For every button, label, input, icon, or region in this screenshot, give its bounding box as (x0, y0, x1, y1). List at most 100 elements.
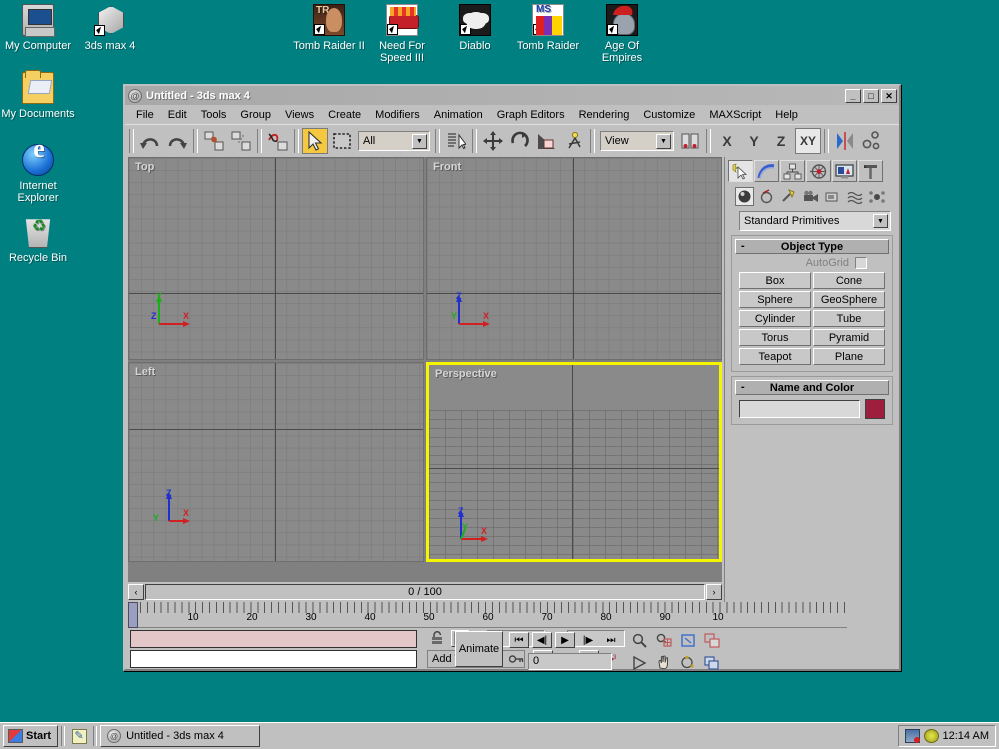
chevron-down-icon[interactable]: ▼ (656, 133, 671, 149)
menu-item-graph-editors[interactable]: Graph Editors (490, 107, 572, 123)
desktop-icon-age-of-empires[interactable]: Age Of Empires (584, 4, 660, 64)
desktop-icon-need-for-speed-iii[interactable]: Need For Speed III (364, 4, 440, 64)
track-bar[interactable] (130, 630, 417, 648)
perspective-viewport[interactable]: Perspective Z X Y (426, 362, 722, 562)
desktop-icon-3ds-max-4[interactable]: 3ds max 4 (72, 4, 148, 52)
autogrid-checkbox[interactable] (855, 257, 867, 269)
menu-item-create[interactable]: Create (321, 107, 368, 123)
object-color-swatch[interactable] (865, 399, 885, 419)
front-viewport[interactable]: Front Z X Y (426, 157, 722, 360)
unlink-selection-button[interactable] (228, 128, 254, 154)
next-frame-arrow[interactable]: › (706, 584, 722, 600)
helpers-category[interactable] (823, 187, 842, 206)
subcategory-combo[interactable]: Standard Primitives ▼ (739, 211, 891, 231)
desktop-icon-recycle-bin[interactable]: Recycle Bin (0, 216, 76, 264)
arc-rotate-icon[interactable] (677, 653, 698, 672)
menu-item-modifiers[interactable]: Modifiers (368, 107, 427, 123)
name-and-color-row[interactable] (735, 395, 889, 421)
create-pyramid-button[interactable]: Pyramid (813, 329, 885, 346)
menu-item-animation[interactable]: Animation (427, 107, 490, 123)
viewport-area[interactable]: Top Y X Z Front Z X Y Left Z X Y Perspec… (128, 157, 722, 582)
systems-category[interactable] (867, 187, 886, 206)
chevron-down-icon[interactable]: ▼ (412, 133, 427, 149)
desktop-icon-internet-explorer[interactable]: Internet Explorer (0, 143, 76, 204)
current-frame-input[interactable]: 0 (528, 652, 612, 670)
select-and-manipulate-button[interactable] (561, 128, 587, 154)
minimize-button[interactable]: _ (845, 88, 861, 103)
shapes-category[interactable] (757, 187, 776, 206)
select-and-rotate-button[interactable] (507, 128, 533, 154)
align-button[interactable] (859, 128, 885, 154)
zoom-extents-icon[interactable] (677, 631, 698, 650)
create-sphere-button[interactable]: Sphere (739, 291, 811, 308)
menu-item-help[interactable]: Help (768, 107, 805, 123)
chevron-down-icon[interactable]: ▼ (873, 214, 888, 228)
window-title-bar[interactable]: Untitled - 3ds max 4 _ □ ✕ (125, 86, 899, 105)
window-controls[interactable]: _ □ ✕ (845, 88, 897, 103)
set-key-mode-icon[interactable] (508, 652, 524, 670)
key-mode-row[interactable]: 0 (508, 652, 612, 670)
desktop-icon-diablo[interactable]: Diablo (437, 4, 513, 52)
mirror-button[interactable] (832, 128, 858, 154)
animate-button[interactable]: Animate (455, 631, 503, 667)
create-teapot-button[interactable]: Teapot (739, 348, 811, 365)
time-slider-handle[interactable] (128, 602, 138, 628)
rollout-collapse-icon[interactable]: - (741, 240, 745, 252)
lock-selection-icon[interactable] (429, 630, 445, 647)
cameras-category[interactable] (801, 187, 820, 206)
prompt-line[interactable] (130, 650, 417, 668)
display-tab[interactable] (832, 160, 857, 182)
lights-category[interactable] (779, 187, 798, 206)
zoom-icon[interactable] (629, 631, 650, 650)
quick-launch-show-desktop[interactable] (68, 726, 90, 747)
previous-frame-button[interactable]: ◀| (532, 632, 552, 648)
object-type-rollout-header[interactable]: - Object Type (735, 239, 889, 254)
main-toolbar[interactable]: All ▼ View ▼ X Y Z XY (125, 124, 899, 156)
name-and-color-rollout[interactable]: - Name and Color (731, 376, 893, 425)
space-warps-category[interactable] (845, 187, 864, 206)
menu-bar[interactable]: File Edit Tools Group Views Create Modif… (125, 105, 899, 124)
rollout-collapse-icon[interactable]: - (741, 381, 745, 393)
create-torus-button[interactable]: Torus (739, 329, 811, 346)
hierarchy-tab[interactable] (780, 160, 805, 182)
menu-item-maxscript[interactable]: MAXScript (702, 107, 768, 123)
maximize-viewport-toggle-icon[interactable] (701, 653, 722, 672)
select-and-scale-button[interactable] (534, 128, 560, 154)
maximize-button[interactable]: □ (863, 88, 879, 103)
go-to-end-button[interactable]: ⏭ (601, 632, 621, 648)
modify-tab[interactable] (754, 160, 779, 182)
create-tab[interactable] (728, 160, 753, 182)
create-box-button[interactable]: Box (739, 272, 811, 289)
redo-button[interactable] (164, 128, 190, 154)
network-icon[interactable] (904, 729, 920, 743)
pan-hand-icon[interactable] (653, 653, 674, 672)
autogrid-row[interactable]: AutoGrid (735, 254, 889, 272)
object-name-input[interactable] (739, 400, 860, 418)
name-and-color-rollout-header[interactable]: - Name and Color (735, 380, 889, 395)
playback-controls[interactable]: ⏮ ◀| ▶ |▶ ⏭ (509, 632, 627, 648)
close-button[interactable]: ✕ (881, 88, 897, 103)
zoom-all-icon[interactable] (653, 631, 674, 650)
restrict-to-plane-button[interactable]: XY (795, 127, 821, 154)
left-viewport[interactable]: Left Z X Y (128, 362, 424, 562)
create-cone-button[interactable]: Cone (813, 272, 885, 289)
taskbar[interactable]: Start @ Untitled - 3ds max 4 12:14 AM (0, 722, 999, 749)
desktop-icon-tomb-raider-ii[interactable]: Tomb Raider II (291, 4, 367, 52)
undo-button[interactable] (137, 128, 163, 154)
create-cylinder-button[interactable]: Cylinder (739, 310, 811, 327)
start-button[interactable]: Start (3, 725, 59, 747)
create-plane-button[interactable]: Plane (813, 348, 885, 365)
select-object-button[interactable] (302, 127, 328, 154)
track-bar-ruler[interactable]: 10 20 30 40 50 60 70 80 90 10 (128, 602, 847, 628)
command-panel[interactable]: Standard Primitives ▼ - Object Type Auto… (724, 157, 899, 602)
desktop-icon-my-documents[interactable]: My Documents (0, 70, 76, 120)
select-and-link-button[interactable] (201, 128, 227, 154)
go-to-start-button[interactable]: ⏮ (509, 632, 529, 648)
object-category-tabs[interactable] (725, 182, 899, 209)
desktop-icon-tomb-raider[interactable]: Tomb Raider (510, 4, 586, 52)
object-type-rollout[interactable]: - Object Type AutoGrid Box Cone Sphere G… (731, 235, 893, 372)
3ds-max-window[interactable]: Untitled - 3ds max 4 _ □ ✕ File Edit Too… (123, 84, 901, 671)
taskbar-item-3ds-max[interactable]: @ Untitled - 3ds max 4 (100, 725, 261, 747)
bind-to-space-warp-button[interactable] (265, 128, 291, 154)
menu-item-edit[interactable]: Edit (161, 107, 194, 123)
